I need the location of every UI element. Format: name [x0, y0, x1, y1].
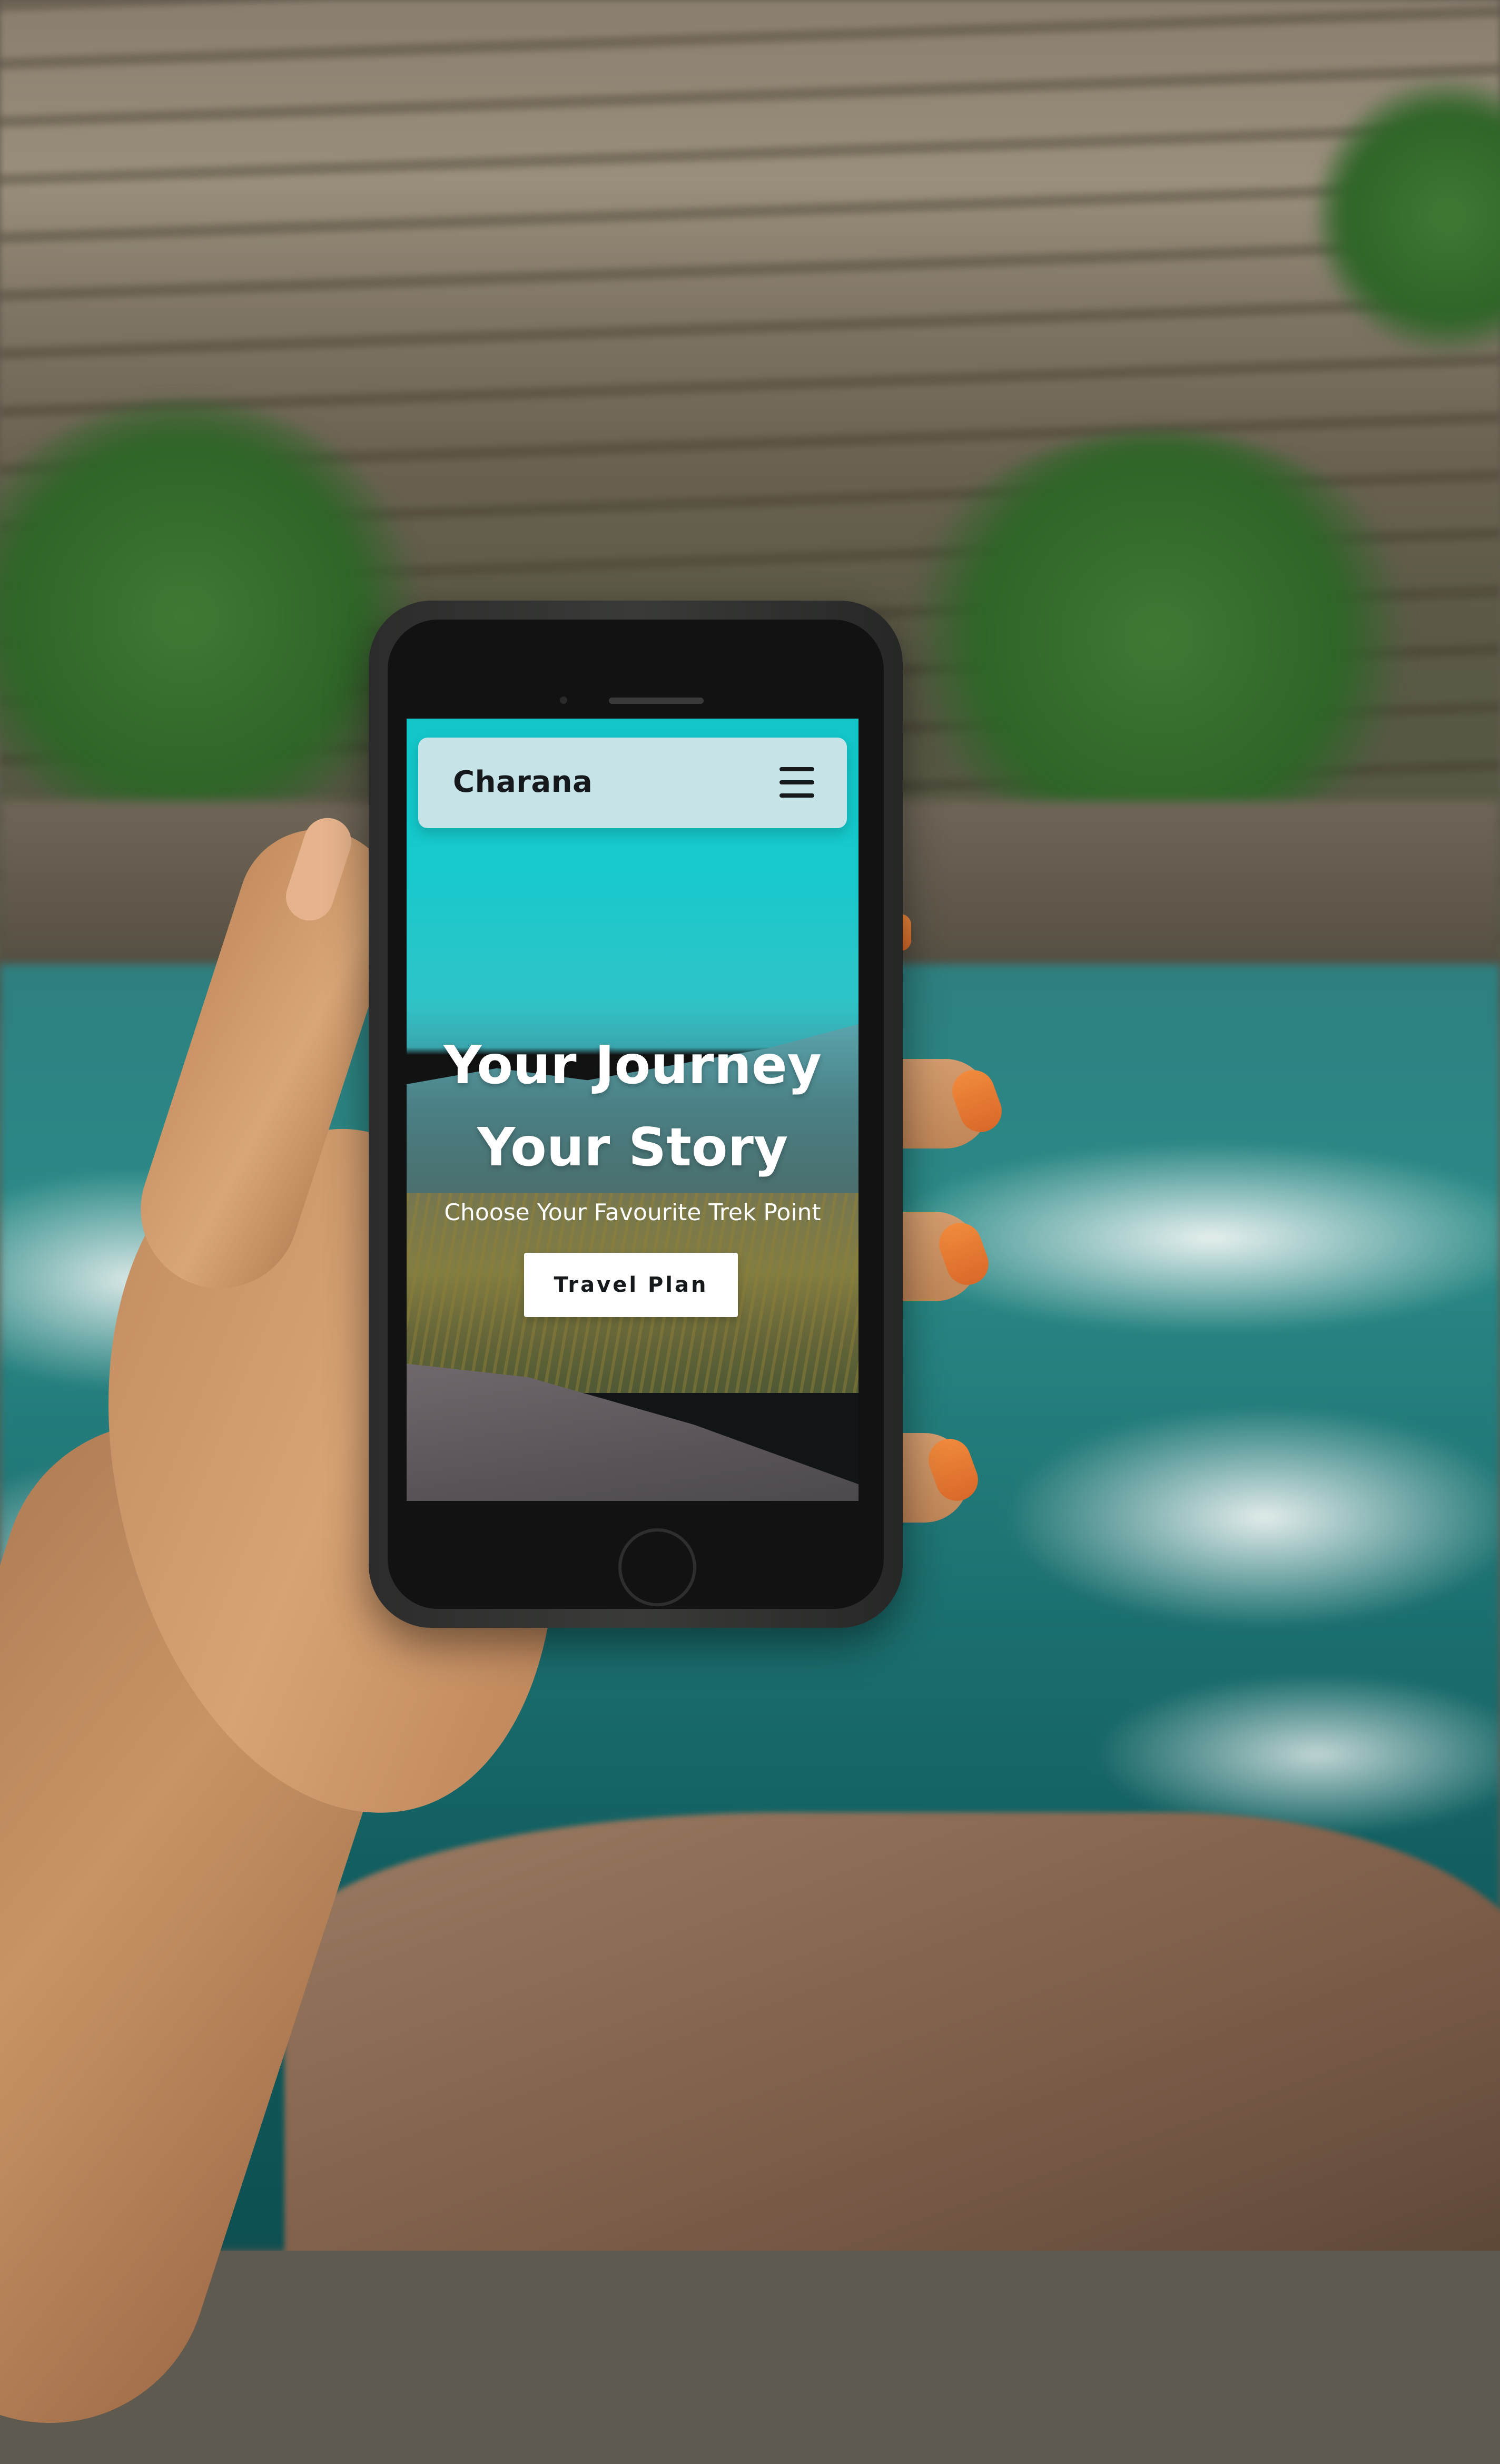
travel-plan-button[interactable]: Travel Plan [524, 1253, 738, 1317]
earpiece-speaker [609, 698, 704, 704]
website-screen: Charana Your Journey Your Story Choose Y… [407, 719, 858, 1501]
brand-logo[interactable]: Charana [453, 765, 593, 799]
home-button[interactable] [618, 1528, 696, 1606]
hero-title: Your Journey Your Story [407, 1024, 858, 1189]
foliage-right [895, 432, 1422, 843]
foreground-rock [284, 1812, 1500, 2251]
navbar: Charana [418, 738, 847, 828]
hero-subtitle: Choose Your Favourite Trek Point [444, 1199, 821, 1226]
hamburger-menu-icon[interactable] [779, 767, 814, 798]
hero-title-line2: Your Story [477, 1116, 788, 1178]
hero-title-line1: Your Journey [443, 1034, 822, 1096]
front-camera [560, 696, 567, 704]
